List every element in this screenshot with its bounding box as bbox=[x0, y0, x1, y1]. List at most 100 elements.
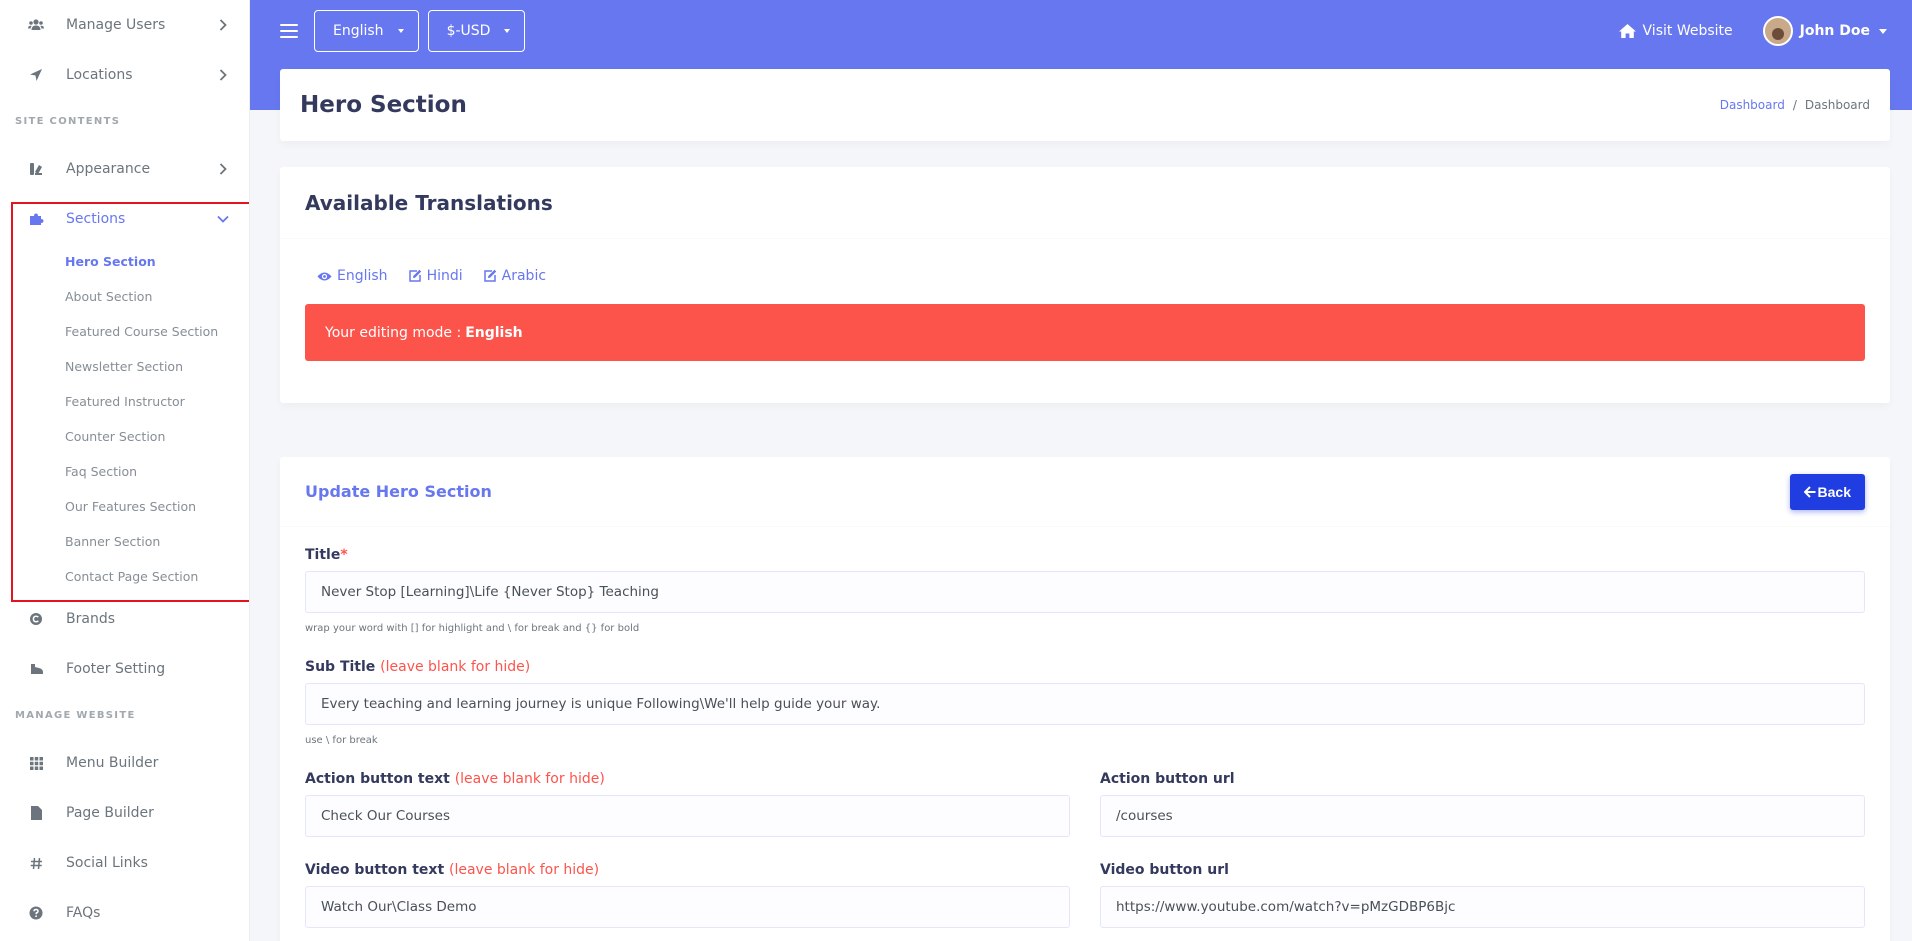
sidebar-item-label: Brands bbox=[66, 611, 115, 627]
caret-down-icon bbox=[1879, 28, 1887, 34]
hamburger-menu-icon[interactable] bbox=[280, 24, 298, 38]
form-card-header: Update Hero Section Back bbox=[280, 457, 1890, 527]
paint-icon bbox=[28, 161, 44, 177]
subtitle-help-text: use \ for break bbox=[305, 735, 378, 746]
grid-icon bbox=[28, 755, 44, 771]
video-text-input[interactable]: Watch Our\Class Demo bbox=[305, 886, 1070, 928]
page-title: Hero Section bbox=[300, 92, 467, 118]
sidebar-item-label: Page Builder bbox=[66, 805, 154, 821]
sidebar-item-label: Footer Setting bbox=[66, 661, 166, 677]
sidebar-item-menu-builder[interactable]: Menu Builder bbox=[0, 738, 249, 788]
video-url-form-group: Video button url https://www.youtube.com… bbox=[1100, 862, 1865, 928]
video-url-input[interactable]: https://www.youtube.com/watch?v=pMzGDBP6… bbox=[1100, 886, 1865, 928]
sidebar-item-page-builder[interactable]: Page Builder bbox=[0, 788, 249, 838]
title-form-group: Title* Never Stop [Learning]\Life {Never… bbox=[305, 547, 1865, 637]
currency-select[interactable]: $-USD bbox=[427, 10, 526, 52]
subtitle-form-group: Sub Title (leave blank for hide) Every t… bbox=[305, 659, 1865, 749]
submenu-item-about-section[interactable]: About Section bbox=[0, 279, 249, 314]
edit-icon bbox=[483, 269, 497, 283]
update-form-card: Update Hero Section Back Title* Never St… bbox=[280, 457, 1890, 941]
form-body: Title* Never Stop [Learning]\Life {Never… bbox=[280, 527, 1890, 928]
breadcrumb-dashboard-link[interactable]: Dashboard bbox=[1720, 98, 1785, 112]
submenu-item-banner-section[interactable]: Banner Section bbox=[0, 524, 249, 559]
breadcrumb-separator: / bbox=[1792, 98, 1797, 112]
sidebar-item-label: Locations bbox=[66, 67, 133, 83]
hashtag-icon bbox=[28, 855, 44, 871]
video-text-label: Video button text (leave blank for hide) bbox=[305, 862, 600, 878]
question-circle-icon bbox=[28, 905, 44, 921]
back-button-label: Back bbox=[1817, 483, 1851, 500]
action-text-label: Action button text (leave blank for hide… bbox=[305, 771, 605, 787]
action-url-form-group: Action button url /courses bbox=[1100, 771, 1865, 837]
users-icon bbox=[28, 17, 44, 33]
subtitle-label: Sub Title (leave blank for hide) bbox=[305, 659, 531, 675]
page-header: Hero Section Dashboard / Dashboard bbox=[280, 69, 1890, 141]
shoe-icon bbox=[28, 661, 44, 677]
sidebar-item-label: Manage Users bbox=[66, 17, 166, 33]
sidebar-item-locations[interactable]: Locations bbox=[0, 50, 249, 100]
sidebar-item-faqs[interactable]: FAQs bbox=[0, 888, 249, 938]
video-url-label: Video button url bbox=[1100, 862, 1229, 878]
submenu-item-newsletter-section[interactable]: Newsletter Section bbox=[0, 349, 249, 384]
chevron-down-icon bbox=[217, 213, 229, 225]
submenu-item-our-features-section[interactable]: Our Features Section bbox=[0, 489, 249, 524]
translations-title: Available Translations bbox=[305, 190, 553, 215]
action-url-input[interactable]: /courses bbox=[1100, 795, 1865, 837]
form-title: Update Hero Section bbox=[305, 482, 492, 501]
sidebar-item-label: Menu Builder bbox=[66, 755, 159, 771]
translations-card-header: Available Translations bbox=[280, 167, 1890, 239]
translation-links: English Hindi Arabic bbox=[280, 268, 1890, 284]
submenu-item-counter-section[interactable]: Counter Section bbox=[0, 419, 249, 454]
action-text-form-group: Action button text (leave blank for hide… bbox=[305, 771, 1070, 837]
translation-link-hindi[interactable]: Hindi bbox=[408, 268, 463, 284]
submenu-item-hero-section[interactable]: Hero Section bbox=[0, 244, 249, 279]
submenu-item-featured-instructor[interactable]: Featured Instructor bbox=[0, 384, 249, 419]
sidebar-item-brands[interactable]: Brands bbox=[0, 594, 249, 644]
title-input[interactable]: Never Stop [Learning]\Life {Never Stop} … bbox=[305, 571, 1865, 613]
chevron-right-icon bbox=[217, 163, 229, 175]
sidebar-item-manage-users[interactable]: Manage Users bbox=[0, 0, 249, 50]
copyright-icon bbox=[28, 611, 44, 627]
top-navbar: English $-USD Visit Website John Doe bbox=[250, 0, 1912, 62]
translation-link-english[interactable]: English bbox=[317, 268, 388, 284]
editing-mode-alert: Your editing mode : English bbox=[305, 304, 1865, 361]
main-content: Hero Section Dashboard / Dashboard Avail… bbox=[280, 69, 1890, 941]
location-arrow-icon bbox=[28, 67, 44, 83]
currency-select-value: $-USD bbox=[446, 23, 491, 39]
submenu-item-featured-course-section[interactable]: Featured Course Section bbox=[0, 314, 249, 349]
translation-link-arabic[interactable]: Arabic bbox=[483, 268, 546, 284]
subtitle-input[interactable]: Every teaching and learning journey is u… bbox=[305, 683, 1865, 725]
sidebar-item-label: Social Links bbox=[66, 855, 148, 871]
back-button[interactable]: Back bbox=[1789, 473, 1865, 510]
language-select-value: English bbox=[333, 23, 384, 39]
action-text-input[interactable]: Check Our Courses bbox=[305, 795, 1070, 837]
arrow-left-icon bbox=[1803, 485, 1816, 498]
title-label: Title* bbox=[305, 547, 348, 563]
puzzle-icon bbox=[28, 211, 44, 227]
visit-website-link[interactable]: Visit Website bbox=[1618, 23, 1733, 39]
file-icon bbox=[28, 805, 44, 821]
language-select[interactable]: English bbox=[314, 10, 419, 52]
sidebar-header-site-contents: SITE CONTENTS bbox=[15, 116, 121, 127]
sidebar-item-sections[interactable]: Sections bbox=[0, 194, 249, 244]
translation-link-label: Hindi bbox=[426, 268, 463, 284]
alert-prefix: Your editing mode : bbox=[325, 324, 462, 341]
chevron-right-icon bbox=[217, 19, 229, 31]
sidebar: Manage Users Locations SITE CONTENTS App… bbox=[0, 0, 250, 941]
breadcrumb-current: Dashboard bbox=[1804, 98, 1870, 112]
alert-language: English bbox=[465, 324, 523, 341]
avatar bbox=[1762, 16, 1793, 46]
navbar-right: Visit Website John Doe bbox=[1618, 16, 1887, 46]
edit-icon bbox=[408, 269, 422, 283]
sidebar-item-social-links[interactable]: Social Links bbox=[0, 838, 249, 888]
video-button-row: Video button text (leave blank for hide)… bbox=[305, 862, 1865, 928]
sidebar-item-footer-setting[interactable]: Footer Setting bbox=[0, 644, 249, 694]
user-menu[interactable]: John Doe bbox=[1762, 16, 1887, 46]
submenu-item-contact-page-section[interactable]: Contact Page Section bbox=[0, 559, 249, 594]
submenu-item-faq-section[interactable]: Faq Section bbox=[0, 454, 249, 489]
chevron-right-icon bbox=[217, 69, 229, 81]
sidebar-item-appearance[interactable]: Appearance bbox=[0, 144, 249, 194]
sidebar-item-label: Sections bbox=[66, 211, 126, 227]
home-icon bbox=[1618, 23, 1637, 39]
caret-down-icon bbox=[504, 29, 511, 33]
